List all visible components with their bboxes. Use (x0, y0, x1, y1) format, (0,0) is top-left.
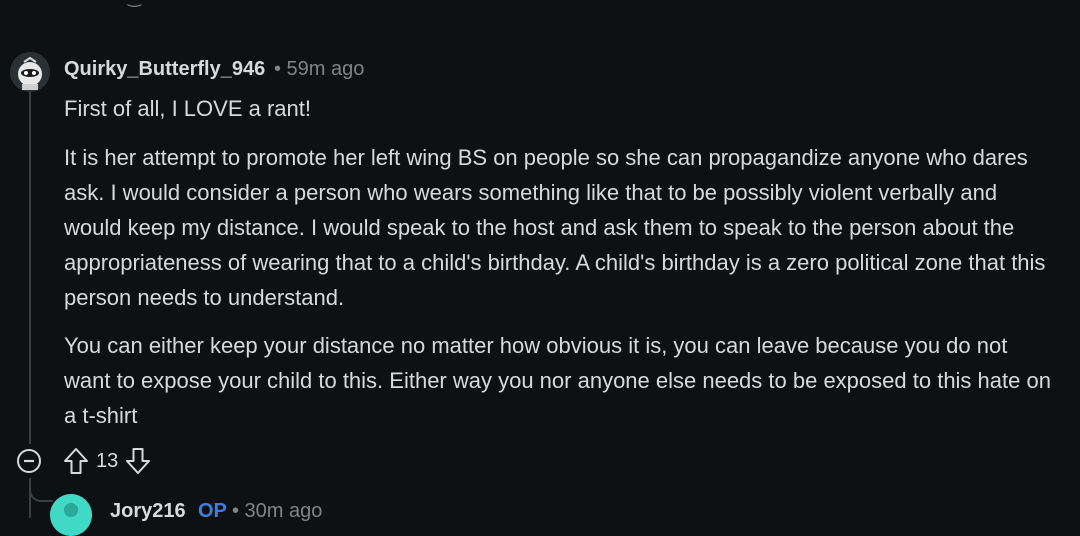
comment-paragraph: It is her attempt to promote her left wi… (64, 145, 1046, 310)
previous-content-fragment: ‿ (128, 0, 148, 7)
downvote-arrow-icon[interactable] (124, 447, 152, 475)
reply-avatar[interactable] (50, 494, 92, 536)
user-avatar[interactable] (10, 52, 50, 92)
upvote-arrow-icon[interactable] (62, 447, 90, 475)
comment-paragraph: First of all, I LOVE a rant! (64, 96, 311, 121)
comment-author[interactable]: Quirky_Butterfly_946 (64, 58, 265, 81)
comment-actions: 13 (16, 444, 152, 478)
op-badge: OP (198, 500, 227, 522)
reply-author[interactable]: Jory216 (110, 500, 186, 523)
thread-line[interactable] (29, 92, 31, 444)
reply-thread-line[interactable] (29, 478, 31, 518)
reply-timestamp: • 30m ago (232, 500, 323, 522)
comment-paragraph: You can either keep your distance no mat… (64, 333, 1051, 428)
comment-timestamp: • 59m ago (274, 58, 365, 80)
minus-circle-icon[interactable] (16, 448, 42, 474)
vote-count: 13 (96, 449, 119, 472)
reply-connector (29, 486, 53, 502)
